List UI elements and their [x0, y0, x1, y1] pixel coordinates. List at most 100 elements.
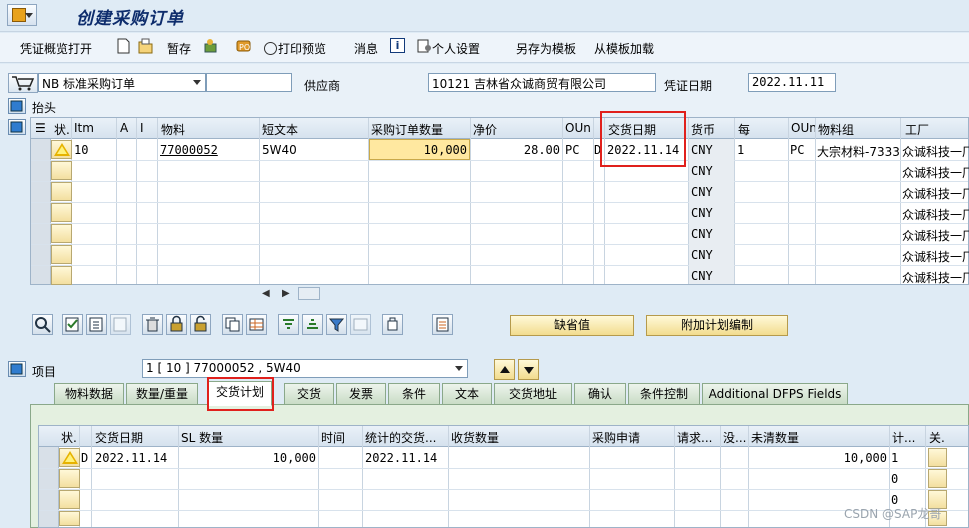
col-time[interactable]: 时间: [321, 429, 345, 446]
po-type-extra-field[interactable]: [206, 73, 292, 92]
unlock-button[interactable]: [190, 314, 211, 335]
sl-qty-field[interactable]: 10,000: [273, 451, 316, 465]
lock-button[interactable]: [166, 314, 187, 335]
copy-button[interactable]: [222, 314, 243, 335]
sort-ascending-button[interactable]: [278, 314, 299, 335]
delete-button[interactable]: [142, 314, 163, 335]
tab-additional-dfps[interactable]: Additional DFPS Fields: [702, 383, 848, 405]
conditions-button[interactable]: [382, 314, 403, 335]
col-oun[interactable]: OUn: [565, 121, 591, 135]
select-all-icon[interactable]: ☰: [35, 121, 46, 135]
tab-delivery[interactable]: 交货: [284, 383, 334, 405]
previous-item-button[interactable]: [494, 359, 515, 380]
po-qty-field[interactable]: 10,000: [369, 139, 470, 160]
info-icon[interactable]: i: [390, 38, 405, 53]
col-stat-date[interactable]: 统计的交货...: [365, 429, 436, 446]
vendor-field[interactable]: 10121 吉林省众诚商贸有限公司: [428, 73, 656, 92]
col-material[interactable]: 物料: [161, 121, 185, 138]
row-status-button[interactable]: [51, 161, 72, 180]
close-checkbox[interactable]: [928, 469, 947, 488]
row-status-button[interactable]: [51, 224, 72, 243]
col-plant[interactable]: 工厂: [905, 121, 929, 138]
subtotal-button[interactable]: [350, 314, 371, 335]
col-per[interactable]: 每: [738, 121, 750, 138]
plant-field[interactable]: 众诚科技一厂: [902, 248, 969, 265]
scroll-right-icon[interactable]: ▶: [282, 288, 290, 299]
next-item-button[interactable]: [518, 359, 539, 380]
scroll-left-icon[interactable]: ◀: [262, 288, 270, 299]
col-close[interactable]: 关.: [929, 429, 945, 446]
col-open-qty[interactable]: 未清数量: [751, 429, 799, 446]
col-gr-qty[interactable]: 收货数量: [451, 429, 499, 446]
col-currency[interactable]: 货币: [691, 121, 715, 138]
other-po-icon[interactable]: [203, 38, 218, 54]
oun-field[interactable]: PC: [565, 143, 579, 157]
sched-delivery-date-field[interactable]: 2022.11.14: [95, 451, 167, 465]
additional-planning-button[interactable]: 附加计划编制: [646, 315, 788, 336]
col-no[interactable]: 没...: [723, 429, 746, 446]
personal-settings-icon[interactable]: [417, 38, 432, 54]
cart-button[interactable]: [8, 73, 38, 93]
per-field[interactable]: 1: [737, 143, 744, 157]
new-document-icon[interactable]: [116, 38, 131, 54]
col-net-price[interactable]: 净价: [473, 121, 497, 138]
personal-settings-button[interactable]: 个人设置: [432, 40, 480, 57]
col-material-group[interactable]: 物料组: [818, 121, 854, 138]
col-short-text[interactable]: 短文本: [262, 121, 298, 138]
sort-descending-button[interactable]: [302, 314, 323, 335]
col-calc[interactable]: 计...: [892, 429, 915, 446]
settings-button[interactable]: [432, 314, 453, 335]
schedule-row-status-button[interactable]: [59, 511, 80, 526]
row-status-button[interactable]: [51, 140, 72, 159]
filter-button[interactable]: [326, 314, 347, 335]
col-itm[interactable]: Itm: [74, 121, 94, 135]
schedule-row-status-button[interactable]: [59, 469, 80, 488]
col-sl-qty[interactable]: SL 数量: [181, 429, 223, 446]
row-status-button[interactable]: [51, 245, 72, 264]
print-preview-icon[interactable]: PO: [236, 38, 251, 54]
tab-conditions[interactable]: 条件: [388, 383, 440, 405]
item-select[interactable]: 1 [ 10 ] 77000052 , 5W40: [142, 359, 468, 378]
po-type-select[interactable]: NB 标准采购订单: [38, 73, 206, 92]
item-overview-toggle[interactable]: [8, 119, 26, 135]
tab-condition-control[interactable]: 条件控制: [628, 383, 700, 405]
col-purchase-req[interactable]: 采购申请: [592, 429, 640, 446]
deselect-all-button[interactable]: [110, 314, 131, 335]
tab-texts[interactable]: 文本: [442, 383, 492, 405]
plant-field[interactable]: 众诚科技一厂: [902, 269, 969, 286]
col-request[interactable]: 请求...: [677, 429, 712, 446]
col-oun2[interactable]: OUn: [791, 121, 817, 135]
net-price-field[interactable]: 28.00: [524, 143, 560, 157]
tab-delivery-address[interactable]: 交货地址: [494, 383, 572, 405]
plant-field[interactable]: 众诚科技一厂: [902, 227, 969, 244]
col-a[interactable]: A: [120, 121, 128, 135]
details-button[interactable]: [32, 314, 53, 335]
system-menu-button[interactable]: [7, 4, 37, 26]
schedule-row-selector[interactable]: [39, 447, 59, 527]
tab-material-data[interactable]: 物料数据: [54, 383, 124, 405]
stat-date-field[interactable]: 2022.11.14: [365, 451, 437, 465]
select-all-button[interactable]: [62, 314, 83, 335]
tab-confirmations[interactable]: 确认: [574, 383, 626, 405]
col-sched-status[interactable]: 状.: [61, 429, 77, 446]
expand-header-button[interactable]: [8, 98, 26, 114]
row-status-button[interactable]: [51, 203, 72, 222]
schedule-row-status-button[interactable]: [59, 490, 80, 509]
plant-field[interactable]: 众诚科技一厂: [902, 143, 969, 160]
print-preview-button[interactable]: 打印预览: [264, 40, 326, 57]
schedule-row-status-button[interactable]: [59, 448, 80, 467]
material-link[interactable]: 77000052: [160, 143, 218, 157]
row-status-button[interactable]: [51, 266, 72, 285]
col-po-qty[interactable]: 采购订单数量: [371, 121, 443, 138]
doc-date-field[interactable]: 2022.11.11: [748, 73, 836, 92]
doc-overview-button[interactable]: 凭证概览打开: [20, 40, 92, 57]
load-from-template-button[interactable]: 从模板加载: [594, 40, 654, 57]
material-group-field[interactable]: 大宗材料-7333: [817, 143, 900, 160]
default-values-button[interactable]: 缺省值: [510, 315, 634, 336]
col-sched-delivery-date[interactable]: 交货日期: [95, 429, 143, 446]
item-number[interactable]: 10: [74, 143, 88, 157]
sched-date-category[interactable]: D: [81, 451, 88, 465]
hold-button[interactable]: 暂存: [167, 40, 191, 57]
save-as-template-button[interactable]: 另存为模板: [516, 40, 576, 57]
col-status[interactable]: 状.: [54, 121, 70, 138]
